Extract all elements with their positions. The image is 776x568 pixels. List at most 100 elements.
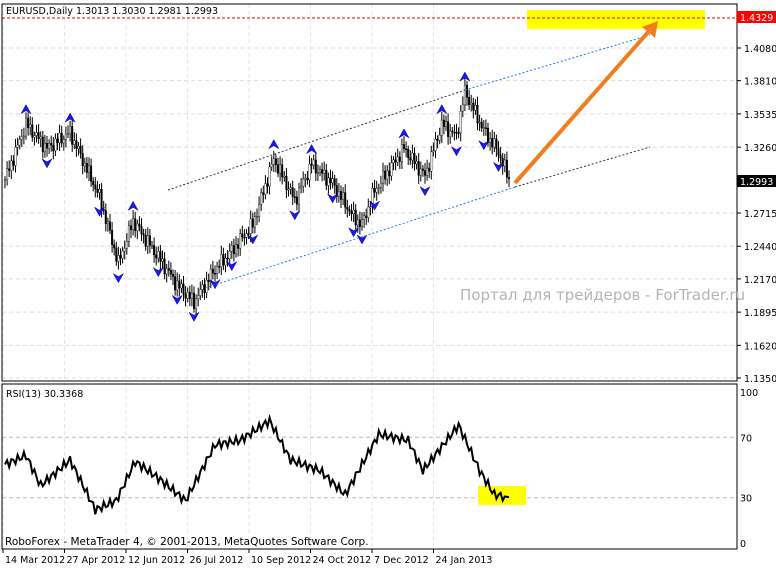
price-bar-body xyxy=(289,187,292,190)
price-bar-body xyxy=(361,219,364,227)
price-bar-body xyxy=(283,176,286,178)
y-tick-label: 1.2170 xyxy=(744,275,776,286)
price-bar-body xyxy=(327,177,330,186)
x-tick-label: 26 Jul 2012 xyxy=(190,555,244,566)
price-bar-body xyxy=(260,192,263,205)
price-bar-body xyxy=(75,140,78,149)
price-bar-body xyxy=(270,164,273,168)
price-bar-body xyxy=(169,270,172,275)
fractal-down-icon xyxy=(450,146,463,157)
price-bar-body xyxy=(453,131,456,134)
price-bar-body xyxy=(81,153,84,167)
price-bar-body xyxy=(365,215,368,218)
price-bar-body xyxy=(222,254,225,266)
price-bar-body xyxy=(274,158,277,165)
price-bar-body xyxy=(398,156,401,162)
price-bar-body xyxy=(83,162,86,167)
price-bar-body xyxy=(115,247,118,262)
x-tick-label: 10 Sep 2012 xyxy=(251,555,311,566)
price-bar-body xyxy=(426,167,429,176)
symbol-label: EURUSD,Daily xyxy=(6,6,73,17)
price-bar-body xyxy=(216,266,219,274)
price-bar-body xyxy=(31,124,34,138)
price-bar-body xyxy=(207,279,210,283)
price-bar-body xyxy=(190,292,193,299)
price-bar-body xyxy=(436,138,439,141)
price-bar-body xyxy=(476,104,479,124)
price-bar-body xyxy=(85,162,88,173)
fractal-down-icon xyxy=(112,272,125,284)
price-bar-body xyxy=(8,168,11,171)
price-bar-body xyxy=(245,233,248,238)
price-bar-body xyxy=(291,187,294,197)
fractal-down-icon xyxy=(478,140,490,151)
price-bar-body xyxy=(56,138,59,144)
price-bar-body xyxy=(48,142,51,149)
price-bar-body xyxy=(234,244,237,254)
price-bar-body xyxy=(176,280,179,291)
price-pane-border xyxy=(1,3,738,382)
price-bar-body xyxy=(77,145,80,149)
price-bar-body xyxy=(432,150,435,153)
price-bar-body xyxy=(50,142,53,146)
price-bar-body xyxy=(266,183,269,187)
y-tick-label: 1.2715 xyxy=(744,209,776,220)
fractal-up-icon xyxy=(127,200,139,212)
price-bar-body xyxy=(20,136,23,140)
price-bar-body xyxy=(424,170,427,176)
price-bar-body xyxy=(46,143,49,149)
fractal-down-icon xyxy=(326,193,339,204)
price-bar-body xyxy=(104,210,107,225)
price-bar-body xyxy=(138,223,141,227)
price-bar-body xyxy=(18,139,21,146)
price-bar-body xyxy=(258,204,261,217)
price-bar-body xyxy=(369,206,372,208)
price-bar-body xyxy=(22,135,25,138)
x-tick-label: 7 Dec 2012 xyxy=(374,555,429,566)
price-bar-body xyxy=(247,233,250,235)
price-bar-body xyxy=(87,165,90,173)
price-bar-body xyxy=(285,176,288,191)
price-bar-body xyxy=(58,132,61,144)
price-bar-body xyxy=(384,170,387,180)
footer-copyright: RoboForex - MetaTrader 4, © 2001-2013, M… xyxy=(5,536,369,548)
price-bar-body xyxy=(232,245,235,254)
price-bar-body xyxy=(493,138,496,148)
price-bar-body xyxy=(262,192,265,195)
price-bar-body xyxy=(167,268,170,271)
price-bar-body xyxy=(180,283,183,289)
price-bar-body xyxy=(447,121,450,137)
price-bar-body xyxy=(300,185,303,189)
price-bar-body xyxy=(392,159,395,164)
price-bar-body xyxy=(434,138,437,151)
price-bar-body xyxy=(459,111,462,134)
price-bar-body xyxy=(62,139,65,144)
rsi-label: RSI(13) 30.3368 xyxy=(6,389,83,400)
price-bar-body xyxy=(352,209,355,215)
price-bar-body xyxy=(413,152,416,165)
price-bar-body xyxy=(329,177,332,184)
price-bar-body xyxy=(279,164,282,174)
price-bar-body xyxy=(457,132,460,134)
price-bar-body xyxy=(237,244,240,249)
price-bar-body xyxy=(386,170,389,180)
price-bar-body xyxy=(163,258,166,275)
price-bar-body xyxy=(491,137,494,148)
price-bar-body xyxy=(442,119,445,127)
price-bar-body xyxy=(495,138,498,149)
price-bar-body xyxy=(337,191,340,197)
channel-lower-extension xyxy=(514,146,651,188)
price-bar-body xyxy=(195,298,198,309)
price-bar-body xyxy=(295,196,298,205)
price-bar-body xyxy=(375,188,378,193)
price-bar-body xyxy=(463,84,466,106)
price-bar-body xyxy=(367,206,370,218)
x-tick-label: 24 Oct 2012 xyxy=(313,555,372,566)
fractal-down-icon xyxy=(492,161,505,172)
price-bar-body xyxy=(178,280,181,289)
price-bar-body xyxy=(203,284,206,294)
price-bar-body xyxy=(37,132,40,139)
x-tick-label: 27 Apr 2012 xyxy=(67,555,126,566)
price-bar-body xyxy=(201,284,204,290)
price-bar-body xyxy=(27,117,30,128)
